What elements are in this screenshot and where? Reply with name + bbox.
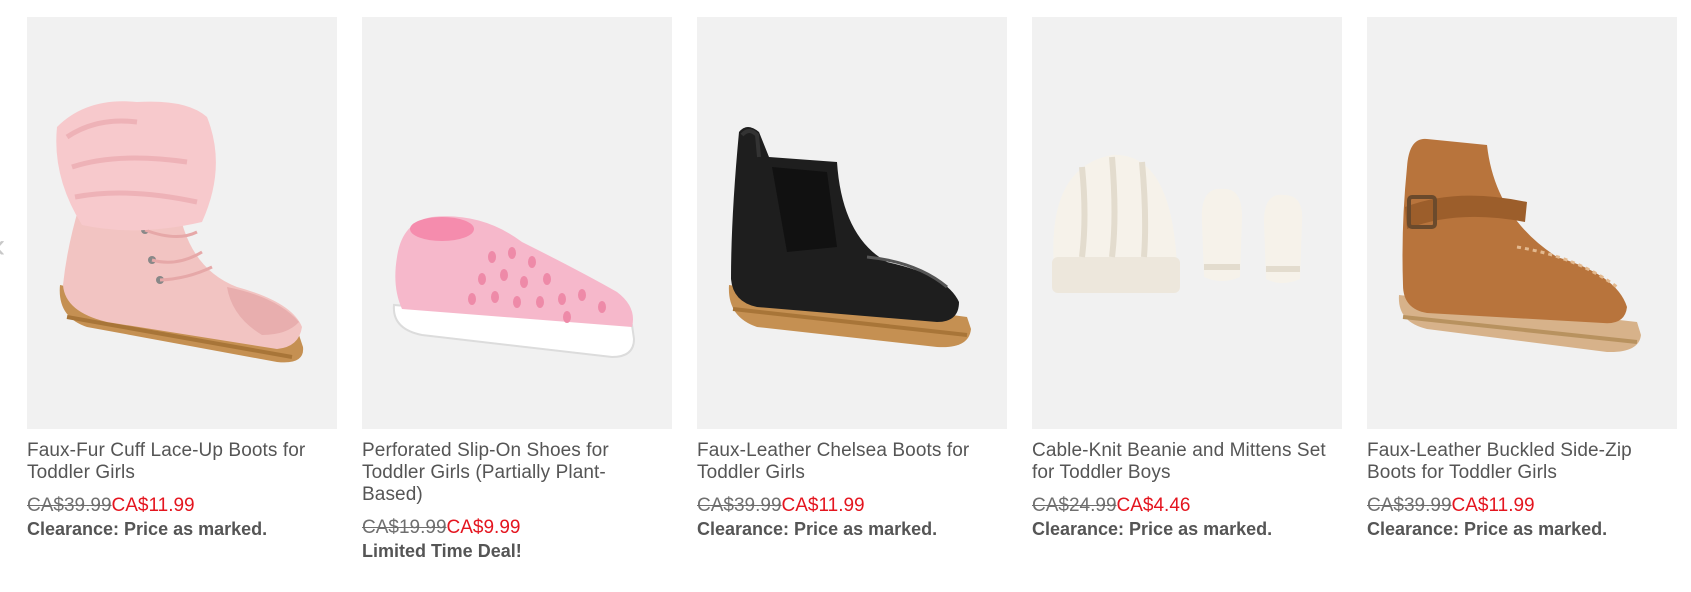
promo-text: Clearance: Price as marked. xyxy=(1032,519,1273,539)
original-price: CA$39.99 xyxy=(697,495,782,516)
tan-buckled-boot-image xyxy=(1398,138,1641,353)
product-card[interactable]: Faux-Leather Buckled Side-Zip Boots for … xyxy=(1367,17,1677,540)
product-image[interactable] xyxy=(1367,17,1677,429)
product-card[interactable]: Cable-Knit Beanie and Mittens Set for To… xyxy=(1032,17,1342,540)
price-row: CA$39.99CA$11.99 xyxy=(697,495,1007,517)
original-price: CA$39.99 xyxy=(1367,495,1452,516)
original-price: CA$39.99 xyxy=(27,495,112,516)
product-name[interactable]: Faux-Fur Cuff Lace-Up Boots for Toddler … xyxy=(27,440,337,484)
product-name[interactable]: Faux-Leather Buckled Side-Zip Boots for … xyxy=(1367,440,1677,484)
sale-price: CA$4.46 xyxy=(1116,495,1191,516)
product-image[interactable] xyxy=(362,17,672,429)
price-row: CA$19.99CA$9.99 xyxy=(362,517,672,539)
black-chelsea-boot-image xyxy=(728,127,971,348)
promo-text: Limited Time Deal! xyxy=(362,541,522,561)
promo-text: Clearance: Price as marked. xyxy=(697,519,938,539)
price-row: CA$24.99CA$4.46 xyxy=(1032,495,1342,517)
product-image[interactable] xyxy=(697,17,1007,429)
pink-perforated-slip-on-image xyxy=(392,216,636,359)
cream-beanie-mittens-image xyxy=(1052,154,1303,293)
product-name[interactable]: Cable-Knit Beanie and Mittens Set for To… xyxy=(1032,440,1342,484)
sale-price: CA$11.99 xyxy=(781,495,865,516)
chevron-left-icon[interactable]: ‹ xyxy=(0,228,8,264)
sale-price: CA$11.99 xyxy=(1451,495,1535,516)
product-name[interactable]: Faux-Leather Chelsea Boots for Toddler G… xyxy=(697,440,1007,484)
original-price: CA$24.99 xyxy=(1032,495,1117,516)
price-row: CA$39.99CA$11.99 xyxy=(1367,495,1677,517)
original-price: CA$19.99 xyxy=(362,517,447,538)
price-row: CA$39.99CA$11.99 xyxy=(27,495,337,517)
product-card[interactable]: Faux-Leather Chelsea Boots for Toddler G… xyxy=(697,17,1007,540)
product-card[interactable]: Faux-Fur Cuff Lace-Up Boots for Toddler … xyxy=(27,17,337,540)
sale-price: CA$11.99 xyxy=(111,495,195,516)
promo-text: Clearance: Price as marked. xyxy=(1367,519,1608,539)
product-carousel: ‹ Faux-Fur Cuff Lace-Up Boots for Toddle… xyxy=(0,0,1691,592)
sale-price: CA$9.99 xyxy=(446,517,521,538)
promo-text: Clearance: Price as marked. xyxy=(27,519,268,539)
pink-faux-fur-boot-image xyxy=(56,101,304,363)
product-name[interactable]: Perforated Slip-On Shoes for Toddler Gir… xyxy=(362,440,672,506)
product-image[interactable] xyxy=(1032,17,1342,429)
product-image[interactable] xyxy=(27,17,337,429)
product-card[interactable]: Perforated Slip-On Shoes for Toddler Gir… xyxy=(362,17,672,562)
